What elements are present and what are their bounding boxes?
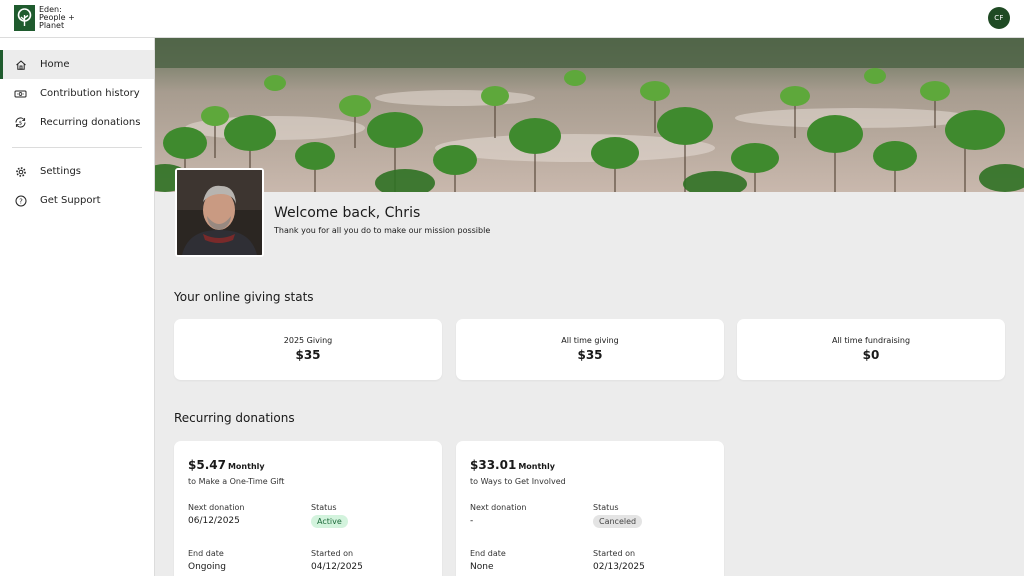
svg-text:$: $ [19,121,23,127]
sidebar-item-contribution-history[interactable]: Contribution history [0,79,154,108]
status-label: Status [311,503,337,512]
stat-label: All time giving [561,336,619,345]
stat-value: $35 [295,348,321,362]
sidebar-item-recurring-donations[interactable]: $ Recurring donations [0,108,154,137]
sidebar-divider [12,147,142,148]
next-donation-label: Next donation [470,503,527,512]
stat-card-all-time-giving: All time giving $35 [456,319,724,380]
started-on-value: 04/12/2025 [311,562,363,572]
welcome-subtitle: Thank you for all you do to make our mis… [274,226,491,235]
end-date-label: End date [188,549,224,558]
sidebar-item-label: Get Support [40,195,101,206]
gear-icon [14,165,27,178]
donation-amount: $5.47 Monthly [188,458,265,472]
brand-name-line: Planet [39,21,65,30]
donation-amount: $33.01 Monthly [470,458,555,472]
donation-designation: to Make a One-Time Gift [188,477,285,486]
help-circle-icon: ? [14,194,27,207]
sidebar-item-label: Recurring donations [40,117,141,128]
brand-name: Eden: People + Planet [39,6,83,30]
donation-amount-value: $33.01 [470,458,517,472]
recurring-dollar-icon: $ [14,116,27,129]
stats-section-title: Your online giving stats [174,290,314,304]
stat-label: 2025 Giving [283,336,333,345]
main-content: Welcome back, Chris Thank you for all yo… [155,38,1024,576]
recurring-donation-card[interactable]: $5.47 Monthly to Make a One-Time Gift Nex… [174,441,442,576]
sidebar-item-label: Contribution history [40,88,140,99]
donation-amount-value: $5.47 [188,458,226,472]
stat-value: $0 [862,348,880,362]
end-date-value: Ongoing [188,562,226,572]
sidebar-secondary-nav: Settings ? Get Support [0,157,154,215]
sidebar-item-home[interactable]: Home [0,50,154,79]
user-avatar-button[interactable]: CF [988,7,1010,29]
status-badge: Active [311,515,348,528]
next-donation-value: - [470,516,474,526]
sidebar-primary-nav: Home Contribution history $ Recurring do… [0,38,154,137]
donation-frequency: Monthly [518,462,555,471]
recurring-donation-card[interactable]: $33.01 Monthly to Ways to Get Involved Ne… [456,441,724,576]
end-date-value: None [470,562,494,572]
end-date-label: End date [470,549,506,558]
next-donation-value: 06/12/2025 [188,516,240,526]
started-on-label: Started on [311,549,354,558]
started-on-value: 02/13/2025 [593,562,645,572]
donation-designation: to Ways to Get Involved [470,477,566,486]
donation-frequency: Monthly [227,462,265,471]
home-icon [14,58,27,71]
sidebar-item-label: Home [40,59,70,70]
started-on-label: Started on [593,549,636,558]
recurring-section-title: Recurring donations [174,411,295,425]
stat-value: $35 [577,348,603,362]
sidebar: Home Contribution history $ Recurring do… [0,38,155,576]
svg-text:?: ? [19,197,23,205]
status-label: Status [593,503,619,512]
stat-card-all-time-fundraising: All time fundraising $0 [737,319,1005,380]
next-donation-label: Next donation [188,503,245,512]
sidebar-item-label: Settings [40,166,82,177]
stat-label: All time fundraising [831,336,911,345]
status-badge: Canceled [593,515,643,528]
top-bar: Eden: People + Planet CF [0,0,1024,38]
stat-card-2025-giving: 2025 Giving $35 [174,319,442,380]
welcome-title: Welcome back, Chris [274,205,421,221]
brand-logo[interactable]: Eden: People + Planet [14,5,83,31]
cash-icon [14,87,27,100]
tree-logo-icon [14,5,35,31]
sidebar-item-get-support[interactable]: ? Get Support [0,186,154,215]
profile-photo [175,168,264,257]
mangrove-banner-image [155,38,1024,192]
sidebar-item-settings[interactable]: Settings [0,157,154,186]
